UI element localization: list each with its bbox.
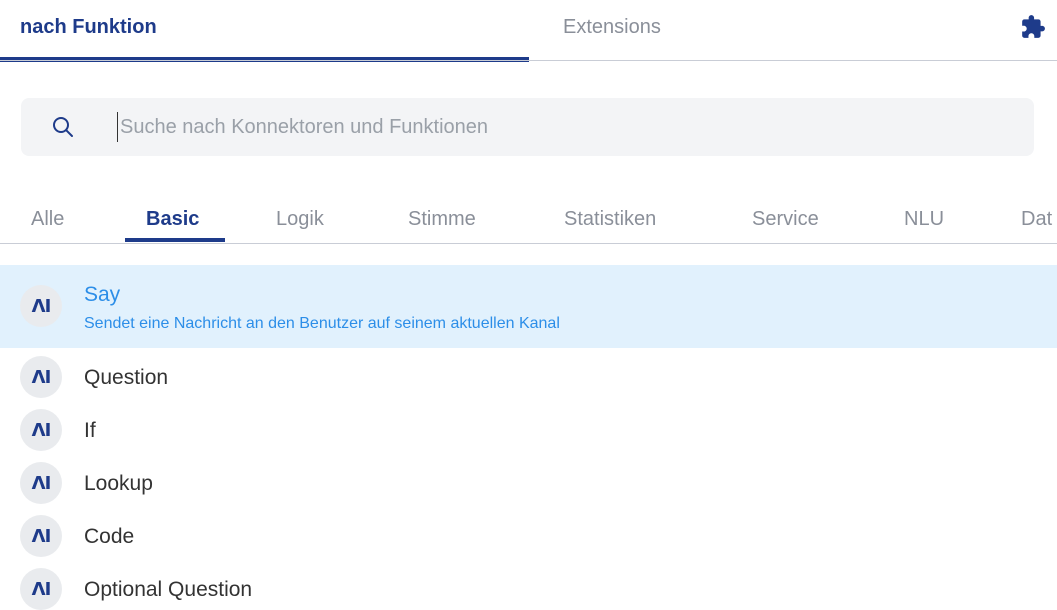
list-item-description: Sendet eine Nachricht an den Benutzer au… — [84, 315, 560, 332]
category-tabs: Alle Basic Logik Stimme Statistiken Serv… — [0, 198, 1057, 245]
function-avatar-icon: ΛI — [20, 515, 62, 557]
list-item-code[interactable]: ΛI Code — [0, 515, 1057, 559]
category-tab-logik[interactable]: Logik — [276, 208, 324, 231]
category-tab-statistiken[interactable]: Statistiken — [564, 208, 656, 231]
tab-by-function[interactable]: nach Funktion — [0, 0, 529, 62]
list-item-title: Lookup — [84, 472, 153, 495]
list-item-if[interactable]: ΛI If — [0, 409, 1057, 453]
category-tab-service[interactable]: Service — [752, 208, 819, 231]
search-bar — [21, 98, 1034, 156]
tab-extensions-label: Extensions — [563, 16, 661, 38]
puzzle-icon[interactable] — [1020, 14, 1046, 40]
list-item-title: Say — [84, 283, 121, 306]
search-input[interactable] — [117, 112, 1000, 142]
active-category-indicator — [125, 238, 225, 242]
list-item-say[interactable]: ΛI Say Sendet eine Nachricht an den Benu… — [0, 265, 1057, 348]
list-item-lookup[interactable]: ΛI Lookup — [0, 462, 1057, 506]
function-avatar-icon: ΛI — [20, 568, 62, 610]
function-avatar-icon: ΛI — [20, 409, 62, 451]
tab-extensions[interactable]: Extensions — [529, 0, 709, 60]
function-avatar-icon: ΛI — [20, 462, 62, 504]
category-tab-basic[interactable]: Basic — [146, 208, 199, 231]
category-tab-nlu[interactable]: NLU — [904, 208, 944, 231]
category-tab-stimme[interactable]: Stimme — [408, 208, 476, 231]
category-divider — [0, 243, 1057, 244]
list-item-optional-question[interactable]: ΛI Optional Question — [0, 568, 1057, 610]
list-item-title: Question — [84, 366, 169, 389]
list-item-title: Optional Question — [84, 578, 253, 601]
tab-bar-divider — [0, 60, 1057, 61]
list-item-title: Code — [84, 525, 135, 548]
list-item-title: If — [84, 419, 96, 442]
function-avatar-icon: ΛI — [20, 285, 62, 327]
search-icon — [53, 117, 73, 137]
tab-by-function-label: nach Funktion — [20, 16, 157, 38]
list-item-question[interactable]: ΛI Question — [0, 356, 1057, 400]
category-tab-dat[interactable]: Dat — [1021, 208, 1052, 231]
category-tab-alle[interactable]: Alle — [31, 208, 64, 231]
top-tab-bar: nach Funktion Extensions — [0, 0, 1057, 62]
function-avatar-icon: ΛI — [20, 356, 62, 398]
